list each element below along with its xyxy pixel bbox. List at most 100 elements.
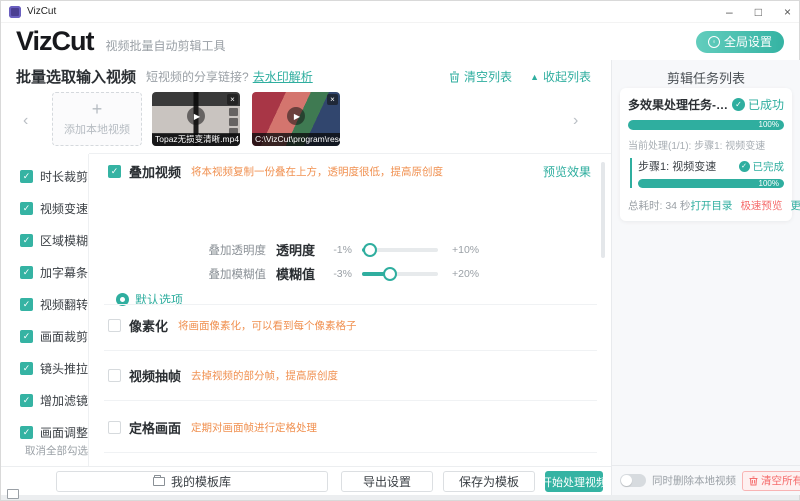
thumbnail-tools[interactable] xyxy=(229,108,238,136)
collapse-icon: ▲ xyxy=(530,72,539,82)
opacity-slider-row: 叠加透明度 透明度 -1% +10% xyxy=(194,240,479,259)
sidebar-item-frame-crop[interactable]: ✓画面裁剪 xyxy=(20,328,88,345)
folder-icon xyxy=(153,477,165,486)
sidebar-item-subtitle-bar[interactable]: ✓加字幕条 xyxy=(20,264,88,281)
clear-all-tasks-button[interactable]: 清空所有任务 xyxy=(742,471,800,491)
scroll-right-chevron-icon[interactable]: › xyxy=(573,112,578,130)
app-window: VizCut – □ × VizCut 视频批量自动剪辑工具 ◦ 全局设置 批量… xyxy=(0,0,800,501)
collapse-list-button[interactable]: ▲ 收起列表 xyxy=(530,68,591,85)
scrollbar[interactable] xyxy=(601,162,605,258)
play-icon[interactable]: ▶ xyxy=(287,107,305,125)
task-step-block: 步骤1: 视频变速 ✓ 已完成 100% xyxy=(630,158,784,188)
task-current-step: 当前处理(1/1): 步骤1: 视频变速 xyxy=(628,137,784,152)
task-name: 多效果处理任务-Topaz无损... xyxy=(628,96,732,113)
default-option-radio[interactable]: 默认选项 xyxy=(116,291,183,308)
checkbox-checked-icon[interactable]: ✓ xyxy=(20,234,33,247)
section-overlay-video: ✓ 叠加视频 将本视频复制一份叠在上方，透明度很低，提高原创度 预览效果 xyxy=(108,162,591,181)
section-frame-extract: 视频抽帧 去掉视频的部分帧，提高原创度 xyxy=(108,366,591,385)
plus-icon: + xyxy=(92,101,103,117)
uncheck-all-link[interactable]: 取消全部勾选 xyxy=(25,443,88,458)
sidebar-item-area-blur[interactable]: ✓区域模糊 xyxy=(20,232,88,249)
delete-local-label: 同时删除本地视频 xyxy=(652,473,736,488)
opacity-slider[interactable] xyxy=(362,248,438,252)
video-strip: ‹ + 添加本地视频 × ▶ Topaz无损变清晰.mp4 × ▶ C:\Viz… xyxy=(1,90,611,152)
sidebar-item-adjust[interactable]: ✓画面调整 xyxy=(20,424,88,441)
collapse-list-label: 收起列表 xyxy=(543,68,591,85)
quick-preview-link[interactable]: 极速预览 xyxy=(740,198,782,213)
video-filename: C:\VizCut\program\resour... xyxy=(252,133,340,146)
gear-icon: ◦ xyxy=(708,36,720,48)
success-check-icon: ✓ xyxy=(739,161,750,172)
checkbox-checked-icon[interactable]: ✓ xyxy=(20,394,33,407)
slider-thumb[interactable] xyxy=(363,243,377,257)
task-total-time: 总耗时: 34 秒 xyxy=(628,198,690,213)
picker-title: 批量选取输入视频 xyxy=(16,66,136,87)
sidebar-item-zoom[interactable]: ✓镜头推拉 xyxy=(20,360,88,377)
remove-video-icon[interactable]: × xyxy=(227,94,238,105)
settings-list: ✓ 叠加视频 将本视频复制一份叠在上方，透明度很低，提高原创度 预览效果 默认选… xyxy=(90,154,611,466)
checkbox-checked-icon[interactable]: ✓ xyxy=(20,170,33,183)
delete-local-toggle[interactable] xyxy=(620,474,646,487)
start-processing-button[interactable]: 开始处理视频 xyxy=(545,471,603,492)
effects-sidebar: ✓时长裁剪 ✓视频变速 ✓区域模糊 ✓加字幕条 ✓视频翻转 ✓画面裁剪 ✓镜头推… xyxy=(1,154,89,466)
task-status-badge: ✓ 已成功 xyxy=(732,96,784,113)
app-subtitle: 视频批量自动剪辑工具 xyxy=(106,37,226,54)
task-panel: 剪辑任务列表 多效果处理任务-Topaz无损... ✓ 已成功 100% 当前处… xyxy=(611,60,800,495)
play-icon[interactable]: ▶ xyxy=(187,107,205,125)
app-icon xyxy=(9,6,21,18)
trash-icon xyxy=(749,476,758,486)
step-name: 步骤1: 视频变速 xyxy=(638,158,716,174)
step-status-badge: ✓ 已完成 xyxy=(739,159,785,174)
sidebar-item-flip[interactable]: ✓视频翻转 xyxy=(20,296,88,313)
scroll-left-chevron-icon[interactable]: ‹ xyxy=(23,112,28,130)
more-actions-link[interactable]: 更多操作∨ xyxy=(790,198,800,213)
picker-hint: 短视频的分享链接? xyxy=(146,68,249,85)
add-local-video-label: 添加本地视频 xyxy=(64,121,130,137)
sidebar-item-speed[interactable]: ✓视频变速 xyxy=(20,200,88,217)
video-thumbnail-2[interactable]: × ▶ C:\VizCut\program\resour... xyxy=(252,92,340,146)
section-freeze-frame: 定格画面 定期对画面帧进行定格处理 xyxy=(108,418,591,437)
window-bottom-edge xyxy=(1,495,799,500)
sidebar-item-filter[interactable]: ✓增加滤镜 xyxy=(20,392,88,409)
video-thumbnail-1[interactable]: × ▶ Topaz无损变清晰.mp4 xyxy=(152,92,240,146)
clear-list-button[interactable]: 清空列表 xyxy=(449,68,512,85)
success-check-icon: ✓ xyxy=(732,98,745,111)
title-bar: VizCut – □ × xyxy=(1,1,799,23)
task-card[interactable]: 多效果处理任务-Topaz无损... ✓ 已成功 100% 当前处理(1/1):… xyxy=(620,88,792,221)
step-progress-bar: 100% xyxy=(638,179,784,188)
checkbox-unchecked-icon[interactable] xyxy=(108,319,121,332)
checkbox-checked-icon[interactable]: ✓ xyxy=(20,426,33,439)
checkbox-checked-icon[interactable]: ✓ xyxy=(20,330,33,343)
my-templates-button[interactable]: 我的模板库 xyxy=(56,471,328,492)
maximize-button[interactable]: □ xyxy=(755,6,762,18)
checkbox-checked-icon[interactable]: ✓ xyxy=(20,362,33,375)
checkbox-checked-icon[interactable]: ✓ xyxy=(20,298,33,311)
slider-thumb[interactable] xyxy=(383,267,397,281)
open-directory-link[interactable]: 打开目录 xyxy=(690,198,732,213)
window-title: VizCut xyxy=(27,6,56,17)
app-header: VizCut 视频批量自动剪辑工具 ◦ 全局设置 xyxy=(1,23,799,60)
checkbox-unchecked-icon[interactable] xyxy=(108,421,121,434)
sidebar-item-duration-crop[interactable]: ✓时长裁剪 xyxy=(20,168,88,185)
task-panel-title: 剪辑任务列表 xyxy=(612,68,800,87)
export-settings-button[interactable]: 导出设置 xyxy=(341,471,433,492)
checkbox-checked-icon[interactable]: ✓ xyxy=(20,266,33,279)
task-panel-bottom: 同时删除本地视频 清空所有任务 xyxy=(612,465,800,495)
taskbar-icon xyxy=(7,489,19,499)
minimize-button[interactable]: – xyxy=(726,6,733,18)
checkbox-checked-icon[interactable]: ✓ xyxy=(108,165,121,178)
save-as-template-button[interactable]: 保存为模板 xyxy=(443,471,535,492)
blur-slider[interactable] xyxy=(362,272,438,276)
global-settings-button[interactable]: ◦ 全局设置 xyxy=(696,31,784,53)
close-button[interactable]: × xyxy=(784,6,791,18)
add-local-video-button[interactable]: + 添加本地视频 xyxy=(52,92,142,146)
task-progress-bar: 100% xyxy=(628,120,784,130)
checkbox-checked-icon[interactable]: ✓ xyxy=(20,202,33,215)
watermark-parse-link[interactable]: 去水印解析 xyxy=(253,68,313,85)
checkbox-unchecked-icon[interactable] xyxy=(108,369,121,382)
footer-bar: 我的模板库 导出设置 保存为模板 开始处理视频 xyxy=(1,466,611,495)
remove-video-icon[interactable]: × xyxy=(327,94,338,105)
global-settings-label: 全局设置 xyxy=(724,33,772,50)
preview-effect-link[interactable]: 预览效果 xyxy=(543,163,591,180)
clear-list-label: 清空列表 xyxy=(464,68,512,85)
